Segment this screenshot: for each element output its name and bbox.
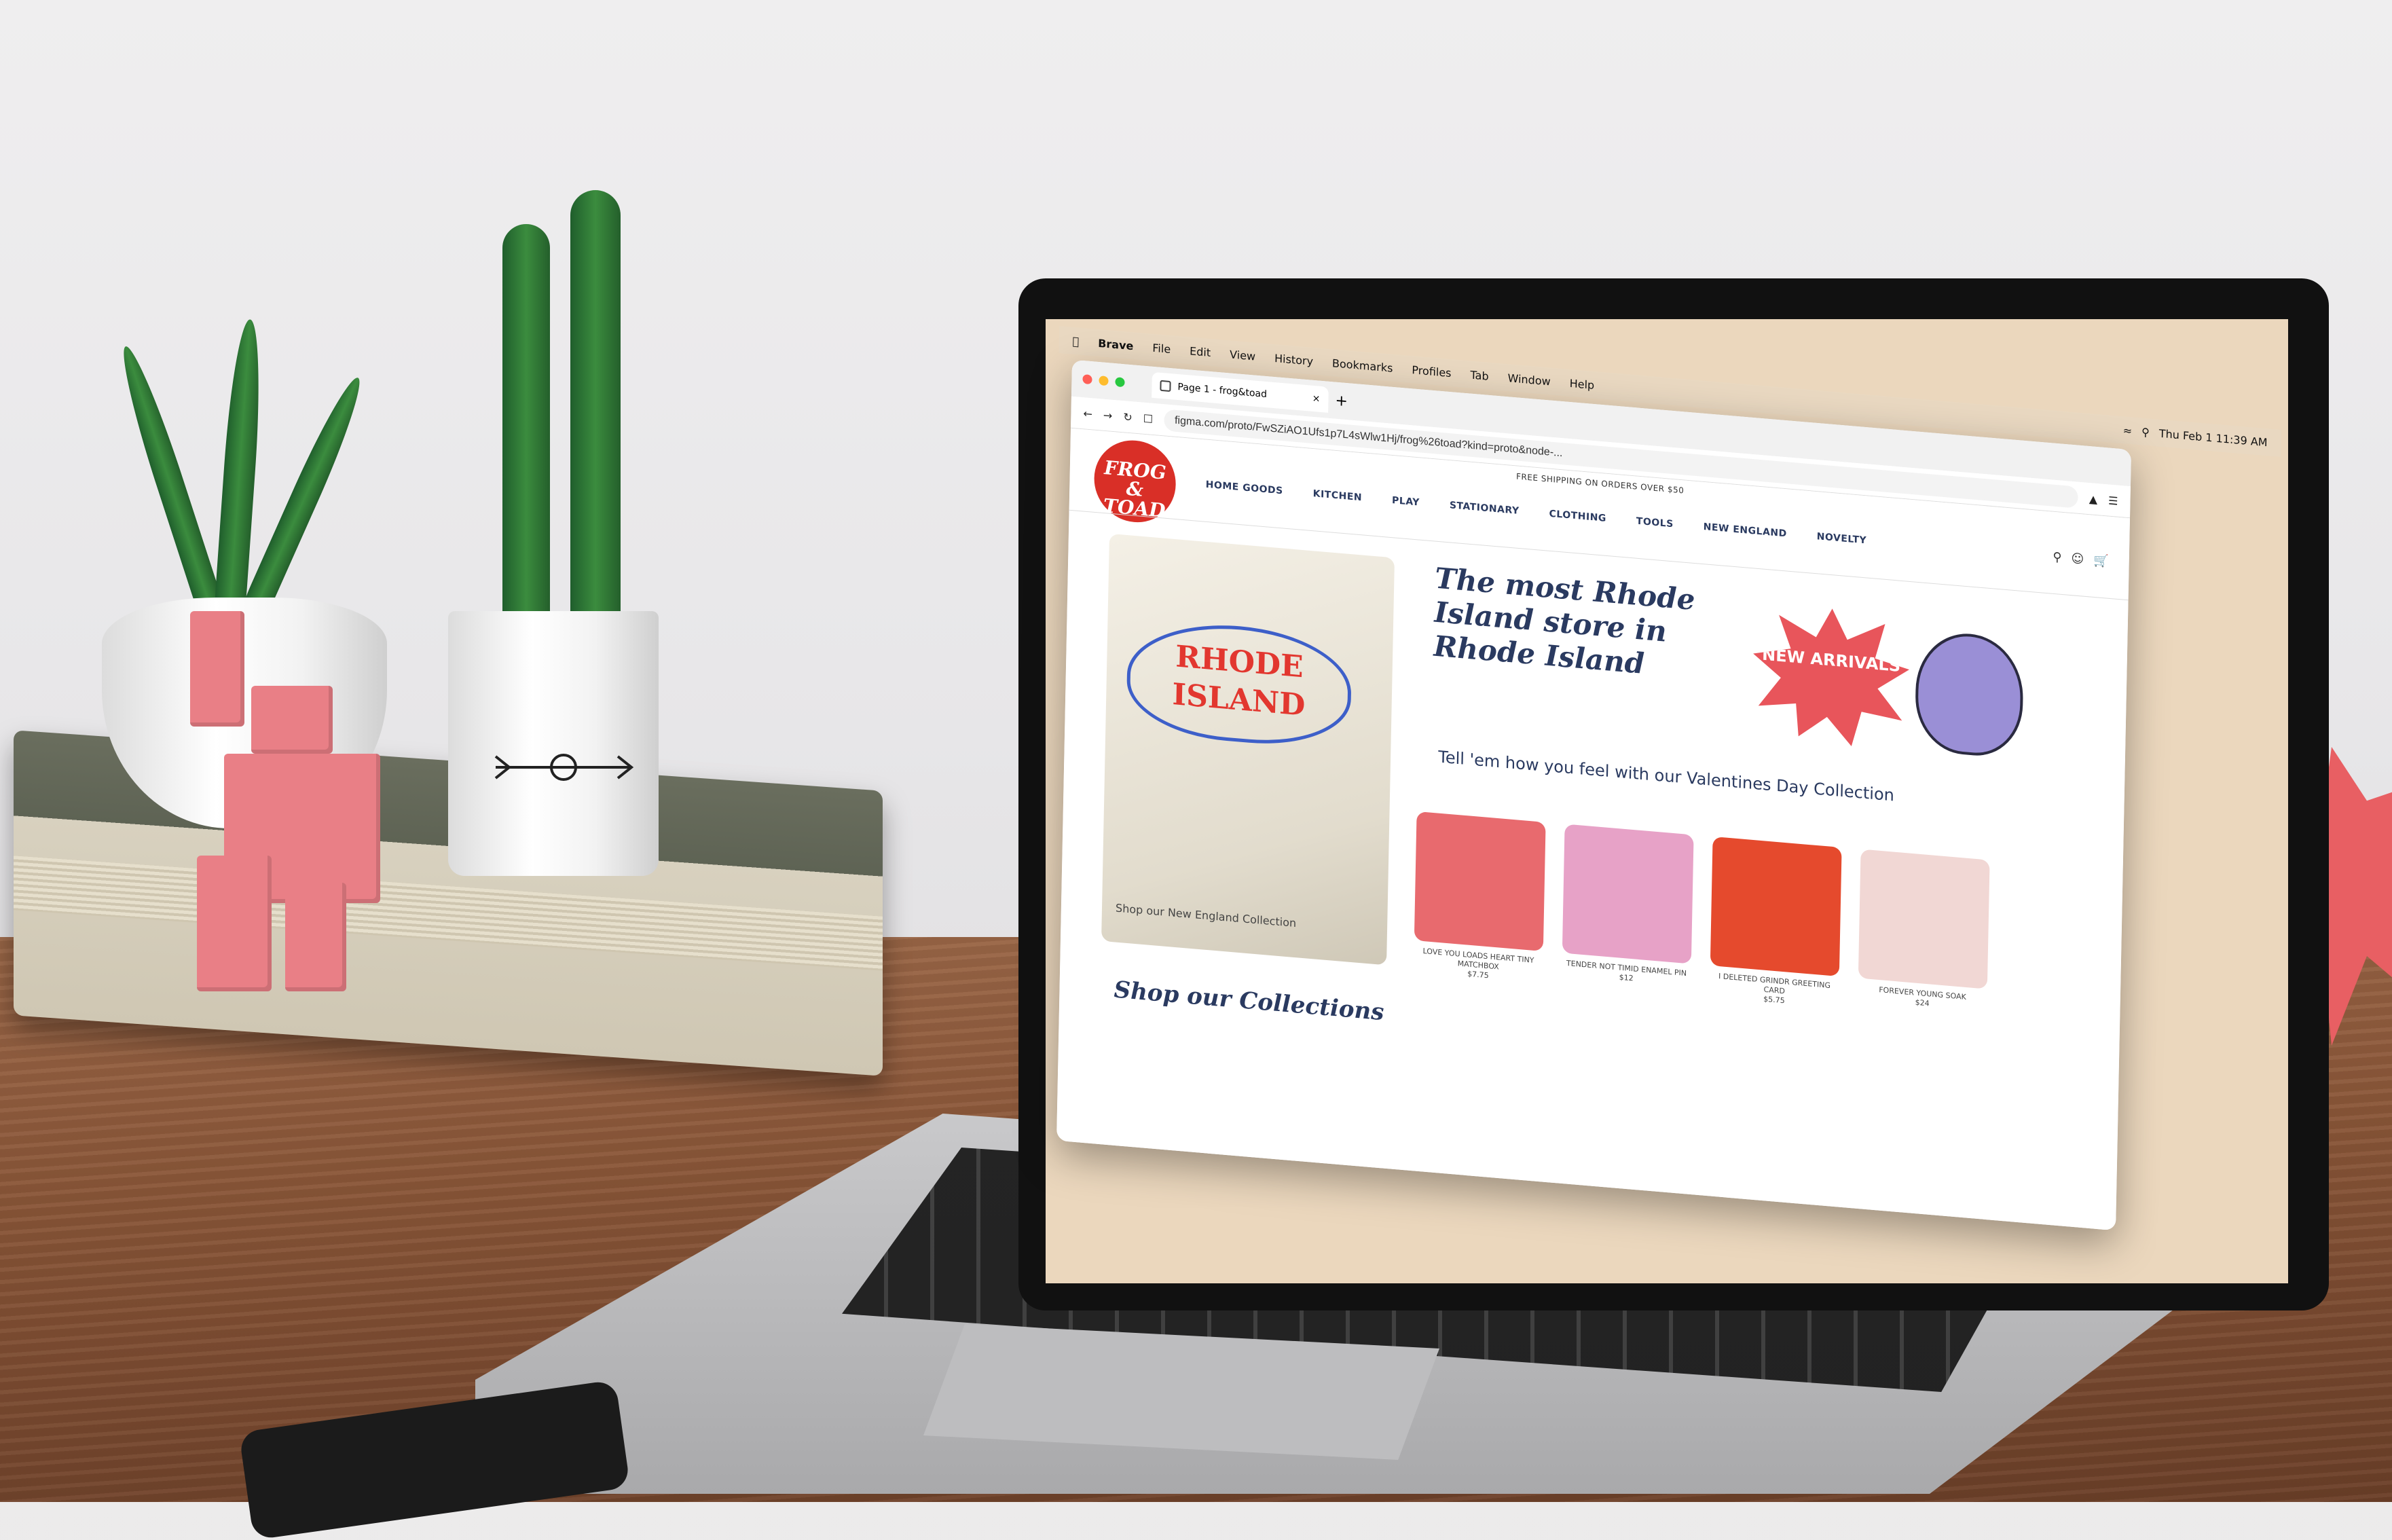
product-image[interactable] [1858, 849, 1990, 989]
pink-figure-leg [197, 856, 272, 991]
menu-file[interactable]: File [1152, 341, 1171, 355]
menu-window[interactable]: Window [1507, 371, 1550, 388]
bookmark-icon[interactable]: ☐ [1143, 411, 1154, 425]
close-window-button[interactable] [1082, 374, 1092, 385]
forward-icon[interactable]: → [1103, 408, 1113, 422]
nav-clothing[interactable]: CLOTHING [1549, 509, 1606, 524]
maximize-window-button[interactable] [1115, 377, 1125, 388]
nav-kitchen[interactable]: KITCHEN [1313, 488, 1363, 503]
hero-caption[interactable]: Shop our New England Collection [1116, 902, 1296, 931]
collections-heading: Shop our Collections [1114, 976, 1384, 1027]
app-menu[interactable]: Brave [1098, 336, 1134, 352]
menu-bookmarks[interactable]: Bookmarks [1332, 356, 1393, 375]
nav-novelty[interactable]: NOVELTY [1817, 531, 1867, 546]
brave-shields-icon[interactable]: ▲ [2089, 492, 2098, 506]
subheading: Tell 'em how you feel with our Valentine… [1438, 747, 1895, 805]
menu-help[interactable]: Help [1570, 376, 1595, 391]
product-card[interactable]: FOREVER YOUNG SOAK $24 [1858, 849, 1990, 1023]
site-utility-icons: ⚲ ☺ 🛒 [2053, 550, 2109, 569]
browser-window: Page 1 - frog&toad × + ← → ↻ ☐ figma.com… [1056, 359, 2132, 1231]
menu-history[interactable]: History [1274, 351, 1313, 367]
new-tab-icon[interactable]: + [1335, 392, 1348, 410]
search-icon[interactable]: ⚲ [2053, 550, 2062, 565]
hero-image[interactable]: RHODE ISLAND Shop our New England Collec… [1101, 533, 1395, 966]
menu-profiles[interactable]: Profiles [1412, 363, 1451, 380]
screen-content:  Brave File Edit View History Bookmarks… [1040, 326, 2281, 1394]
cart-icon[interactable]: 🛒 [2093, 553, 2109, 569]
pink-figure-arm [190, 611, 244, 727]
arrow-decoration [494, 754, 634, 781]
minimize-window-button[interactable] [1099, 375, 1109, 386]
figma-tab-icon [1160, 380, 1171, 392]
menu-view[interactable]: View [1230, 348, 1255, 363]
pink-figure-head [251, 686, 333, 754]
website: FREE SHIPPING ON ORDERS OVER $50 FROG & … [1056, 428, 2131, 1231]
back-icon[interactable]: ← [1083, 407, 1092, 420]
close-tab-icon[interactable]: × [1312, 393, 1321, 405]
product-card[interactable]: I DELETED GRINDR GREETING CARD $5.75 [1710, 836, 1842, 1010]
nav-play[interactable]: PLAY [1392, 495, 1420, 508]
nav-stationary[interactable]: STATIONARY [1450, 500, 1520, 517]
pink-figure-leg [285, 883, 346, 991]
cactus-stem [502, 224, 550, 631]
apple-icon[interactable]:  [1072, 334, 1079, 348]
account-icon[interactable]: ☺ [2071, 551, 2084, 567]
mascot-illustration [1914, 629, 2025, 760]
new-arrivals-badge[interactable]: NEW ARRIVALS [1752, 602, 1911, 752]
menu-edit[interactable]: Edit [1190, 344, 1211, 359]
product-image[interactable] [1710, 836, 1842, 977]
headline: The most Rhode Island store in Rhode Isl… [1433, 561, 1695, 680]
reload-icon[interactable]: ↻ [1123, 410, 1133, 424]
hero-graphic: RHODE ISLAND [1126, 617, 1353, 752]
nav-home-goods[interactable]: HOME GOODS [1206, 479, 1283, 497]
nav-new-england[interactable]: NEW ENGLAND [1704, 521, 1787, 539]
search-icon[interactable]: ⚲ [2141, 425, 2150, 439]
menu-icon[interactable]: ☰ [2108, 494, 2118, 507]
status-area: ≈ ⚲ Thu Feb 1 11:39 AM [2123, 424, 2281, 450]
menu-tab[interactable]: Tab [1470, 368, 1488, 382]
clock[interactable]: Thu Feb 1 11:39 AM [2159, 426, 2268, 449]
wifi-icon[interactable]: ≈ [2123, 424, 2133, 437]
cactus-stem [570, 190, 621, 631]
product-card[interactable]: TENDER NOT TIMID ENAMEL PIN $12 [1562, 824, 1694, 997]
product-card[interactable]: LOVE YOU LOADS HEART TINY MATCHBOX $7.75 [1414, 811, 1546, 985]
product-row: LOVE YOU LOADS HEART TINY MATCHBOX $7.75… [1414, 811, 1990, 1023]
square-pot [448, 611, 659, 876]
product-image[interactable] [1562, 824, 1694, 964]
nav-tools[interactable]: TOOLS [1636, 516, 1674, 530]
tab-title: Page 1 - frog&toad [1177, 381, 1268, 401]
product-image[interactable] [1414, 811, 1546, 952]
